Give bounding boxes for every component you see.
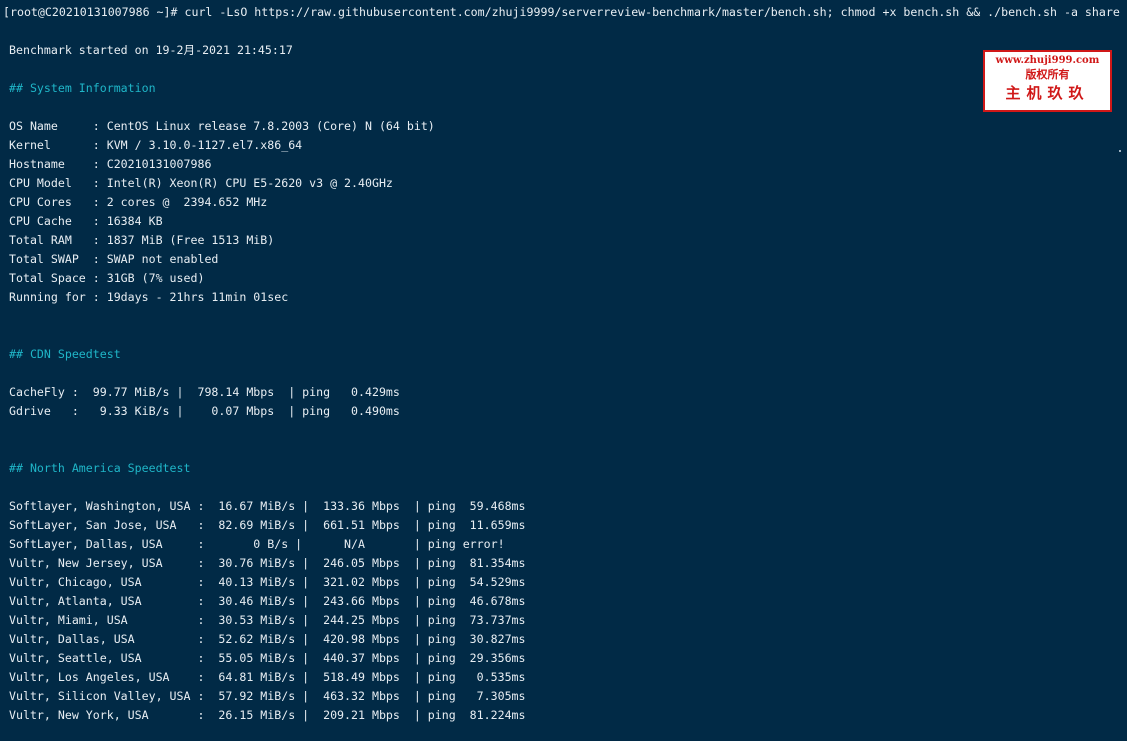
cdn-result-row: Gdrive : 9.33 KiB/s | 0.07 Mbps | ping 0… [9,404,400,418]
north-america-speedtest-heading: ## North America Speedtest [9,461,191,475]
speedtest-row: Softlayer, Washington, USA : 16.67 MiB/s… [9,499,526,513]
speedtest-row: Vultr, New Jersey, USA : 30.76 MiB/s | 2… [9,556,526,570]
speedtest-row: Vultr, Dallas, USA : 52.62 MiB/s | 420.9… [9,632,526,646]
speedtest-row: Vultr, Seattle, USA : 55.05 MiB/s | 440.… [9,651,526,665]
speedtest-row: Vultr, Chicago, USA : 40.13 MiB/s | 321.… [9,575,526,589]
cdn-speedtest-heading: ## CDN Speedtest [9,347,121,361]
system-info-line: CPU Model : Intel(R) Xeon(R) CPU E5-2620… [9,176,393,190]
speedtest-row: SoftLayer, Dallas, USA : 0 B/s | N/A | p… [9,537,505,551]
watermark-stamp: www.zhuji999.com 版权所有 主机玖玖 [983,50,1112,112]
benchmark-start-line: Benchmark started on 19-2月-2021 21:45:17 [9,43,293,57]
speedtest-row: Vultr, Los Angeles, USA : 64.81 MiB/s | … [9,670,526,684]
system-info-line: CPU Cache : 16384 KB [9,214,163,228]
speedtest-row: Vultr, New York, USA : 26.15 MiB/s | 209… [9,708,526,722]
system-info-line: Total SWAP : SWAP not enabled [9,252,219,266]
scroll-indicator [1119,150,1121,152]
speedtest-row: Vultr, Atlanta, USA : 30.46 MiB/s | 243.… [9,594,526,608]
system-info-heading: ## System Information [9,81,156,95]
watermark-rights: 版权所有 [1025,68,1070,81]
system-info-line: OS Name : CentOS Linux release 7.8.2003 … [9,119,435,133]
system-info-line: Hostname : C20210131007986 [9,157,212,171]
terminal-window[interactable]: [root@C20210131007986 ~]# curl -LsO http… [0,0,1127,741]
speedtest-row: Vultr, Miami, USA : 30.53 MiB/s | 244.25… [9,613,526,627]
command-line: [root@C20210131007986 ~]# curl -LsO http… [3,5,1120,19]
speedtest-row: SoftLayer, San Jose, USA : 82.69 MiB/s |… [9,518,526,532]
system-info-line: Running for : 19days - 21hrs 11min 01sec [9,290,289,304]
system-info-line: Total Space : 31GB (7% used) [9,271,205,285]
speedtest-row: Vultr, Silicon Valley, USA : 57.92 MiB/s… [9,689,526,703]
watermark-brand: 主机玖玖 [1005,84,1090,102]
system-info-line: Kernel : KVM / 3.10.0-1127.el7.x86_64 [9,138,303,152]
system-info-line: Total RAM : 1837 MiB (Free 1513 MiB) [9,233,275,247]
cdn-result-row: CacheFly : 99.77 MiB/s | 798.14 Mbps | p… [9,385,400,399]
system-info-line: CPU Cores : 2 cores @ 2394.652 MHz [9,195,268,209]
watermark-url: www.zhuji999.com [995,55,1100,66]
